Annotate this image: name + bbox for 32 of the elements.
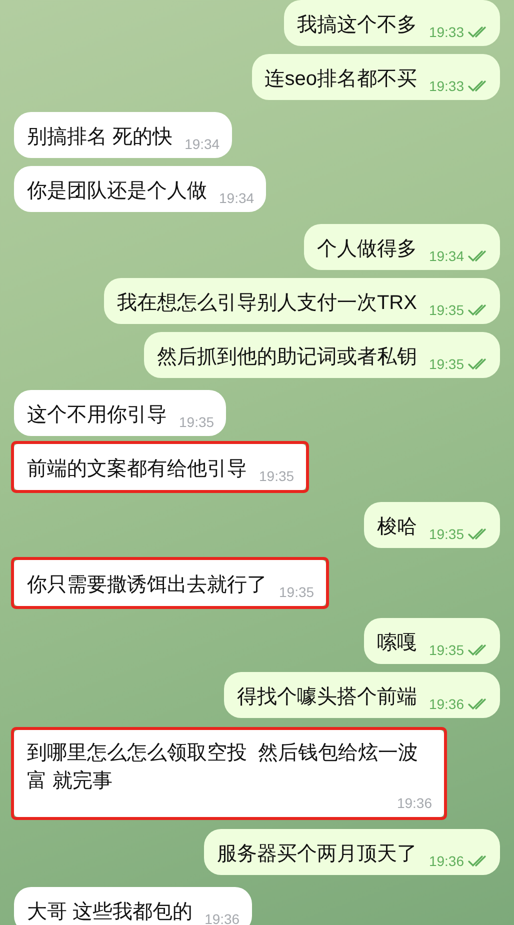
message-time: 19:35 (428, 356, 464, 372)
message-time: 19:35 (428, 302, 464, 318)
message-text: 你是团队还是个人做 (27, 179, 207, 204)
message-text: 前端的文案都有给他引导 (27, 457, 247, 482)
message-text: 连seo排名都不买 (264, 67, 417, 92)
message-time: 19:36 (204, 911, 240, 925)
message-time: 19:34 (219, 190, 254, 206)
message-text: 嗦嘎 (376, 631, 417, 656)
message-time: 19:34 (184, 136, 220, 152)
message-text: 我在想怎么引导别人支付一次TRX (116, 291, 417, 316)
message-time: 19:35 (179, 414, 214, 430)
message-text: 这个不用你引导 (27, 403, 167, 428)
message-time: 19:36 (428, 853, 464, 869)
message-text: 我搞这个不多 (296, 13, 417, 38)
message-text: 大哥 这些我都包的 (27, 900, 193, 925)
message-text: 个人做得多 (316, 237, 417, 262)
message-time: 19:35 (259, 468, 294, 484)
message-time: 19:34 (428, 248, 464, 264)
message-time: 19:33 (428, 78, 464, 94)
message-text: 服务器买个两月顶天了 (216, 842, 417, 867)
message-text: 别搞排名 死的快 (27, 125, 173, 150)
message-time: 19:35 (428, 526, 464, 542)
message-time: 19:36 (428, 696, 464, 712)
message-time: 19:36 (396, 795, 432, 811)
message-time: 19:33 (428, 24, 464, 40)
message-text: 然后抓到他的助记词或者私钥 (156, 345, 417, 370)
message-text: 到哪里怎么怎么领取空投 然后钱包给炫一波富 就完事 (27, 741, 420, 794)
message-time: 19:35 (428, 642, 464, 658)
message-time: 19:35 (279, 584, 314, 600)
message-text: 得找个噱头搭个前端 (236, 685, 417, 710)
message-text: 你只需要撒诱饵出去就行了 (27, 573, 267, 598)
message-text: 梭哈 (376, 515, 417, 540)
